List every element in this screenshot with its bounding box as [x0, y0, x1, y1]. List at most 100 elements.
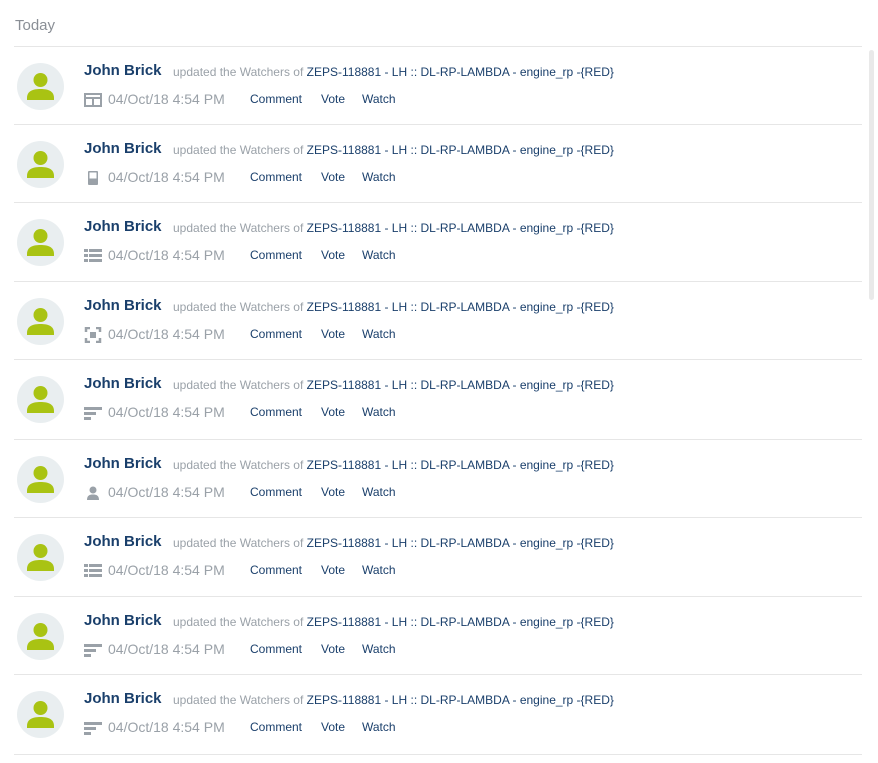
activity-item: John Brick updated the Watchers of ZEPS-…: [14, 125, 862, 203]
activity-item: John Brick updated the Watchers of ZEPS-…: [14, 282, 862, 360]
issue-link[interactable]: ZEPS-118881 - LH :: DL-RP-LAMBDA - engin…: [307, 143, 614, 157]
activity-description: updated the Watchers of ZEPS-118881 - LH…: [173, 458, 614, 472]
watch-link[interactable]: Watch: [362, 170, 396, 184]
user-name-link[interactable]: John Brick: [84, 297, 162, 314]
avatar[interactable]: [17, 376, 64, 423]
watch-link[interactable]: Watch: [362, 485, 396, 499]
activity-item: John Brick updated the Watchers of ZEPS-…: [14, 360, 862, 440]
watch-link[interactable]: Watch: [362, 92, 396, 106]
text-lines-icon: [84, 642, 102, 658]
avatar[interactable]: [17, 613, 64, 660]
vote-link[interactable]: Vote: [321, 485, 345, 499]
user-avatar-icon: [27, 386, 54, 413]
timestamp: 04/Oct/18 4:54 PM: [108, 484, 225, 500]
vote-link[interactable]: Vote: [321, 327, 345, 341]
vote-link[interactable]: Vote: [321, 563, 345, 577]
watch-link[interactable]: Watch: [362, 327, 396, 341]
avatar[interactable]: [17, 219, 64, 266]
avatar[interactable]: [17, 691, 64, 738]
list-icon: [84, 248, 102, 264]
user-icon: [84, 485, 102, 501]
section-title-today: Today: [15, 17, 56, 34]
user-avatar-icon: [27, 466, 54, 493]
timestamp: 04/Oct/18 4:54 PM: [108, 562, 225, 578]
activity-description: updated the Watchers of ZEPS-118881 - LH…: [173, 221, 614, 235]
document-icon: [84, 170, 102, 186]
comment-link[interactable]: Comment: [250, 405, 302, 419]
action-text: updated the Watchers of: [173, 378, 304, 392]
comment-link[interactable]: Comment: [250, 720, 302, 734]
comment-link[interactable]: Comment: [250, 248, 302, 262]
activity-item: John Brick updated the Watchers of ZEPS-…: [14, 203, 862, 282]
user-name-link[interactable]: John Brick: [84, 375, 162, 392]
issue-link[interactable]: ZEPS-118881 - LH :: DL-RP-LAMBDA - engin…: [307, 693, 614, 707]
timestamp: 04/Oct/18 4:54 PM: [108, 719, 225, 735]
user-name-link[interactable]: John Brick: [84, 140, 162, 157]
user-avatar-icon: [27, 151, 54, 178]
vote-link[interactable]: Vote: [321, 720, 345, 734]
action-text: updated the Watchers of: [173, 693, 304, 707]
action-text: updated the Watchers of: [173, 615, 304, 629]
action-text: updated the Watchers of: [173, 300, 304, 314]
scrollbar[interactable]: [869, 50, 874, 300]
issue-link[interactable]: ZEPS-118881 - LH :: DL-RP-LAMBDA - engin…: [307, 221, 614, 235]
avatar[interactable]: [17, 63, 64, 110]
action-text: updated the Watchers of: [173, 143, 304, 157]
activity-description: updated the Watchers of ZEPS-118881 - LH…: [173, 378, 614, 392]
watch-link[interactable]: Watch: [362, 248, 396, 262]
watch-link[interactable]: Watch: [362, 563, 396, 577]
issue-link[interactable]: ZEPS-118881 - LH :: DL-RP-LAMBDA - engin…: [307, 300, 614, 314]
activity-item: John Brick updated the Watchers of ZEPS-…: [14, 597, 862, 675]
activity-description: updated the Watchers of ZEPS-118881 - LH…: [173, 143, 614, 157]
timestamp: 04/Oct/18 4:54 PM: [108, 404, 225, 420]
text-lines-icon: [84, 405, 102, 421]
avatar[interactable]: [17, 298, 64, 345]
issue-link[interactable]: ZEPS-118881 - LH :: DL-RP-LAMBDA - engin…: [307, 458, 614, 472]
timestamp: 04/Oct/18 4:54 PM: [108, 326, 225, 342]
activity-item: John Brick updated the Watchers of ZEPS-…: [14, 440, 862, 518]
activity-description: updated the Watchers of ZEPS-118881 - LH…: [173, 536, 614, 550]
avatar[interactable]: [17, 456, 64, 503]
comment-link[interactable]: Comment: [250, 327, 302, 341]
action-text: updated the Watchers of: [173, 65, 304, 79]
vote-link[interactable]: Vote: [321, 170, 345, 184]
activity-feed: John Brick updated the Watchers of ZEPS-…: [14, 47, 862, 755]
user-name-link[interactable]: John Brick: [84, 533, 162, 550]
issue-link[interactable]: ZEPS-118881 - LH :: DL-RP-LAMBDA - engin…: [307, 378, 614, 392]
user-avatar-icon: [27, 229, 54, 256]
user-name-link[interactable]: John Brick: [84, 455, 162, 472]
activity-description: updated the Watchers of ZEPS-118881 - LH…: [173, 65, 614, 79]
user-avatar-icon: [27, 701, 54, 728]
activity-description: updated the Watchers of ZEPS-118881 - LH…: [173, 300, 614, 314]
timestamp: 04/Oct/18 4:54 PM: [108, 169, 225, 185]
activity-item: John Brick updated the Watchers of ZEPS-…: [14, 675, 862, 755]
vote-link[interactable]: Vote: [321, 92, 345, 106]
user-name-link[interactable]: John Brick: [84, 218, 162, 235]
issue-link[interactable]: ZEPS-118881 - LH :: DL-RP-LAMBDA - engin…: [307, 536, 614, 550]
avatar[interactable]: [17, 534, 64, 581]
activity-description: updated the Watchers of ZEPS-118881 - LH…: [173, 615, 614, 629]
comment-link[interactable]: Comment: [250, 563, 302, 577]
timestamp: 04/Oct/18 4:54 PM: [108, 641, 225, 657]
user-avatar-icon: [27, 308, 54, 335]
vote-link[interactable]: Vote: [321, 248, 345, 262]
comment-link[interactable]: Comment: [250, 170, 302, 184]
action-text: updated the Watchers of: [173, 221, 304, 235]
comment-link[interactable]: Comment: [250, 485, 302, 499]
user-name-link[interactable]: John Brick: [84, 690, 162, 707]
user-avatar-icon: [27, 623, 54, 650]
user-name-link[interactable]: John Brick: [84, 62, 162, 79]
activity-item: John Brick updated the Watchers of ZEPS-…: [14, 47, 862, 125]
watch-link[interactable]: Watch: [362, 405, 396, 419]
avatar[interactable]: [17, 141, 64, 188]
vote-link[interactable]: Vote: [321, 642, 345, 656]
watch-link[interactable]: Watch: [362, 720, 396, 734]
user-name-link[interactable]: John Brick: [84, 612, 162, 629]
issue-link[interactable]: ZEPS-118881 - LH :: DL-RP-LAMBDA - engin…: [307, 615, 614, 629]
comment-link[interactable]: Comment: [250, 92, 302, 106]
issue-link[interactable]: ZEPS-118881 - LH :: DL-RP-LAMBDA - engin…: [307, 65, 614, 79]
watch-link[interactable]: Watch: [362, 642, 396, 656]
comment-link[interactable]: Comment: [250, 642, 302, 656]
vote-link[interactable]: Vote: [321, 405, 345, 419]
action-text: updated the Watchers of: [173, 458, 304, 472]
